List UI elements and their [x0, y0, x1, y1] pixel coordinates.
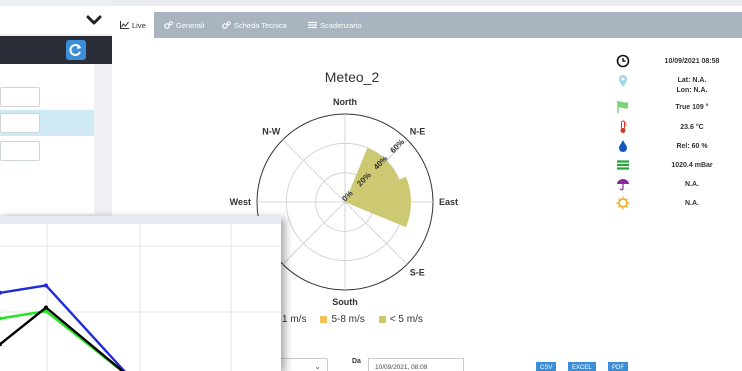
tab-generali-label: Generali — [176, 20, 205, 30]
direction-label: North — [333, 97, 357, 107]
tab-live-label: Live — [132, 20, 146, 30]
refresh-button[interactable] — [66, 40, 86, 60]
direction-label: East — [439, 197, 458, 207]
legend-swatch — [378, 315, 386, 323]
pdf-button-label: PDF — [612, 365, 624, 371]
legend-swatch — [320, 315, 328, 323]
series-line — [0, 305, 125, 371]
radial-tick-label: 60% — [388, 137, 406, 155]
sidebar-list — [0, 64, 94, 214]
chart-title: Meteo_2 — [324, 69, 380, 85]
sun-value: N.A. — [685, 200, 699, 207]
bars-icon — [617, 160, 629, 170]
app-root: Live Generali Scheda Tecnica Scadenzario… — [0, 0, 742, 371]
gears-icon — [164, 21, 173, 29]
chevron-down-icon: ⌄ — [314, 362, 321, 371]
pressure-value: 1020.4 mBar — [671, 162, 713, 169]
tab-scadenzario-label: Scadenzario — [320, 20, 362, 30]
water-drop-icon — [619, 140, 627, 152]
direction-label: S-E — [410, 268, 425, 278]
sidebar-header — [0, 6, 112, 34]
excel-button[interactable]: EXCEL — [568, 362, 596, 371]
direction-label: West — [230, 197, 251, 207]
list-item-field[interactable] — [0, 87, 40, 107]
direction-label: N-E — [410, 126, 426, 136]
tab-scheda-tecnica-label: Scheda Tecnica — [234, 20, 287, 30]
legend-label: < 5 m/s — [389, 314, 423, 325]
csv-button[interactable]: CSV — [536, 362, 557, 371]
date-from-input[interactable]: 10/09/2021, 08:09 — [368, 358, 464, 371]
direction-value: True 109 ° — [675, 104, 709, 111]
legend-label: 1 m/s — [282, 314, 307, 325]
list-item-field[interactable] — [0, 113, 40, 133]
datetime-value: 10/09/2021 08:58 — [664, 58, 720, 65]
legend-item[interactable]: < 5 m/s — [378, 314, 423, 325]
tab-live[interactable]: Live — [112, 12, 154, 38]
chevron-down-icon[interactable] — [86, 12, 102, 28]
excel-button-label: EXCEL — [572, 365, 592, 371]
map-pin-icon — [619, 75, 627, 87]
date-from-label: Da — [352, 358, 361, 365]
legend-item[interactable]: 1 m/s — [282, 314, 306, 325]
temperature-value: 23.6 °C — [680, 124, 704, 131]
legend-label: 5-8 m/s — [331, 314, 365, 325]
export-form: ⌄ Da 10/09/2021, 08:09 CSV EXCEL PDF — [272, 344, 742, 371]
csv-button-label: CSV — [540, 365, 553, 371]
list-icon — [308, 21, 317, 29]
series-point — [44, 305, 48, 310]
gears-icon — [222, 21, 231, 29]
legend-item[interactable]: 5-8 m/s — [320, 314, 365, 325]
grid-spoke — [282, 139, 346, 203]
sun-icon — [616, 196, 630, 210]
direction-label: South — [332, 297, 358, 307]
clock-icon — [616, 54, 630, 68]
list-item-selected[interactable] — [0, 110, 94, 136]
list-item-field[interactable] — [0, 141, 40, 161]
tab-bar: Live Generali Scheda Tecnica Scadenzario — [112, 12, 742, 38]
list-item[interactable] — [0, 84, 94, 110]
lon-value: Lon: N.A. — [676, 87, 708, 94]
grid-spoke — [282, 201, 346, 265]
tab-scheda-tecnica[interactable]: Scheda Tecnica — [222, 12, 287, 38]
lat-value: Lat: N.A. — [677, 77, 707, 84]
line-chart — [0, 224, 281, 371]
chart-legend: 1 m/s 5-8 m/s < 5 m/s — [282, 314, 423, 325]
flag-icon — [617, 101, 628, 113]
sidebar-toolbar — [0, 36, 112, 64]
refresh-icon — [69, 44, 81, 56]
humidity-value: Rel: 60 % — [676, 143, 708, 150]
pdf-button[interactable]: PDF — [608, 362, 628, 371]
line-chart-icon — [120, 21, 129, 29]
rain-value: N.A. — [685, 181, 699, 188]
tab-scadenzario[interactable]: Scadenzario — [308, 12, 362, 38]
thermometer-icon — [620, 120, 627, 133]
series-point — [44, 283, 48, 288]
tab-generali[interactable]: Generali — [164, 12, 204, 38]
top-strip — [112, 0, 742, 6]
direction-label: N-W — [262, 126, 280, 136]
window-top-bar — [0, 216, 281, 224]
umbrella-icon — [617, 179, 629, 191]
line-chart-window[interactable] — [0, 216, 281, 371]
list-item[interactable] — [0, 138, 94, 164]
